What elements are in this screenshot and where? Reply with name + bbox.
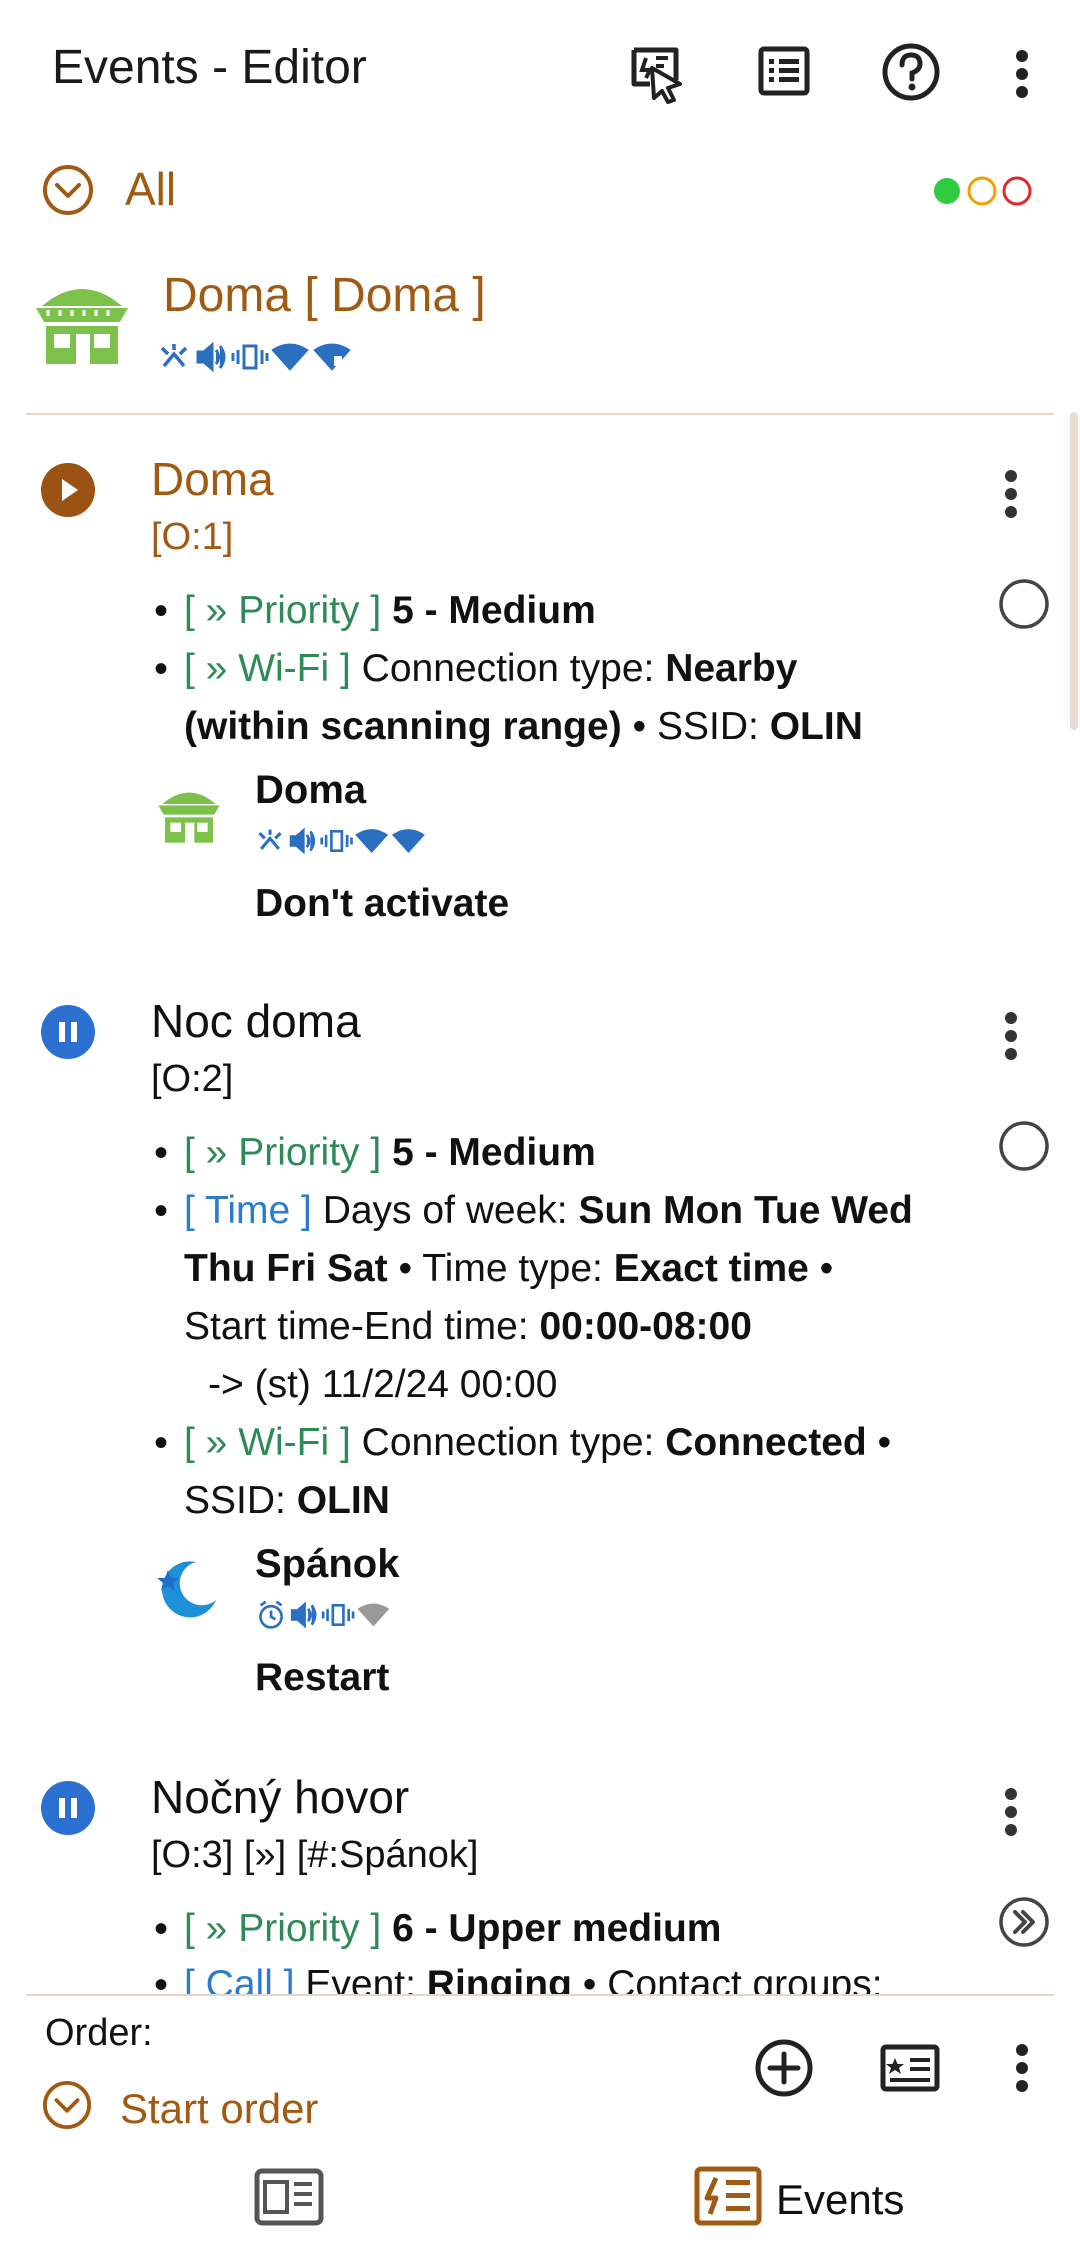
profile-card-icon[interactable] — [880, 2040, 940, 2096]
event-list-clip: • [ » Priority ] 6 - Upper medium • [ Ca… — [0, 0, 1080, 1994]
nav-events-label[interactable]: Events — [776, 2176, 904, 2224]
add-icon[interactable] — [754, 2038, 814, 2098]
condition-call: • [ Call ] Event: Ringing • Contact grou… — [154, 1963, 883, 1994]
order-label: Order: — [45, 2012, 153, 2054]
more-vert-icon[interactable] — [1012, 2042, 1032, 2094]
bottom-divider — [26, 1994, 1054, 1996]
nav-profiles-icon[interactable] — [254, 2168, 324, 2226]
nav-events-icon[interactable] — [694, 2166, 762, 2226]
start-order-dropdown[interactable]: Start order — [120, 2085, 318, 2133]
condition-priority: • [ » Priority ] 6 - Upper medium — [154, 1907, 722, 1951]
expand-order-icon[interactable] — [42, 2080, 92, 2130]
